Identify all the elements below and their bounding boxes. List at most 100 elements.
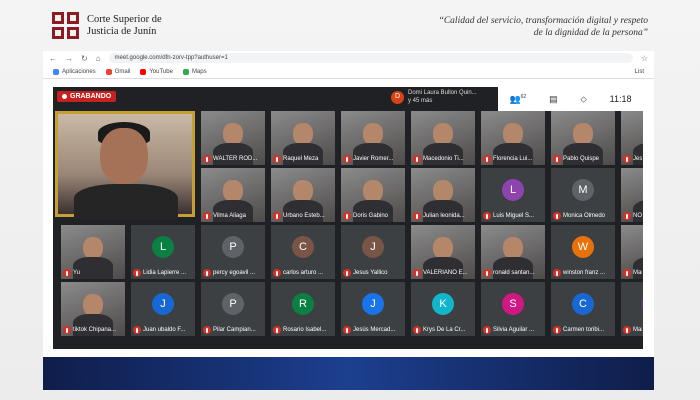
participant-tile[interactable]: J Juan ubaldo F... <box>131 282 195 336</box>
participant-name: winston franz ... <box>563 270 606 276</box>
join-notification: D Domi Laura Bullon Quin... y 45 más <box>391 89 477 105</box>
top-controls: 👥62 ▤ ⬦ 11:18 <box>498 87 643 111</box>
back-icon[interactable]: ← <box>49 54 57 63</box>
mic-off-icon <box>343 269 351 277</box>
participant-name: ronald santan... <box>493 270 535 276</box>
footer-band <box>43 357 654 390</box>
reload-icon[interactable]: ↻ <box>81 54 88 63</box>
browser-window: ← → ↻ ⌂ meet.google.com/dfn-zorv-tpp?aut… <box>43 51 654 357</box>
participant-tile[interactable]: Florencia Lui... <box>481 111 545 165</box>
mic-off-icon <box>203 269 211 277</box>
speaker-face <box>100 128 148 184</box>
participant-name: Urbano Esteb... <box>283 213 325 219</box>
mic-off-icon <box>63 326 71 334</box>
participant-tile[interactable]: WALTER ROD... <box>201 111 265 165</box>
participant-tile[interactable]: M Monica Olmedo <box>551 168 615 222</box>
participant-label: Mari <box>623 326 642 334</box>
participant-name: Monica Olmedo <box>563 213 606 219</box>
active-speaker-tile[interactable] <box>55 111 195 220</box>
participant-video <box>503 237 523 259</box>
participant-tile[interactable]: Yu <box>61 225 125 279</box>
participant-tile[interactable]: R Rosario Isabel... <box>271 282 335 336</box>
participant-label: Julian leonida... <box>413 212 474 220</box>
participant-tile[interactable]: S Silvia Aguilar ... <box>481 282 545 336</box>
participant-tile[interactable]: NOR <box>621 168 643 222</box>
participant-label: VALERIANO E... <box>413 269 474 277</box>
participant-name: tiktok Chipana... <box>73 327 117 333</box>
bookmark-maps[interactable]: Maps <box>182 68 207 75</box>
mic-off-icon <box>133 269 141 277</box>
activities-icon[interactable]: ⬦ <box>580 94 586 105</box>
home-icon[interactable]: ⌂ <box>96 54 101 63</box>
mic-off-icon <box>203 212 211 220</box>
mic-off-icon <box>553 326 561 334</box>
participant-label: Carmen toribi... <box>553 326 614 334</box>
participant-name: Javier Romer... <box>353 156 394 162</box>
participant-name: Mari <box>633 270 642 276</box>
bookmark-youtube[interactable]: YouTube <box>140 68 173 75</box>
reading-list[interactable]: List <box>635 69 644 75</box>
participant-label: NOR <box>623 212 642 220</box>
url-field[interactable]: meet.google.com/dfn-zorv-tpp?authuser=1 <box>108 53 633 63</box>
star-icon[interactable]: ☆ <box>641 54 648 63</box>
participant-tile[interactable]: P Pilar Campian... <box>201 282 265 336</box>
forward-icon[interactable]: → <box>65 54 73 63</box>
bookmark-apps[interactable]: Aplicaciones <box>53 68 96 75</box>
participant-tile[interactable]: Macedonio Ti... <box>411 111 475 165</box>
participant-tile[interactable]: J Jesus Yallico <box>341 225 405 279</box>
participant-label: Urbano Esteb... <box>273 212 334 220</box>
participant-name: WALTER ROD... <box>213 156 258 162</box>
participant-label: Vilma Aliaga <box>203 212 264 220</box>
mic-off-icon <box>203 326 211 334</box>
participant-tile[interactable]: Julian leonida... <box>411 168 475 222</box>
participant-name: NOR <box>633 213 642 219</box>
participant-tile[interactable]: VALERIANO E... <box>411 225 475 279</box>
participant-label: Lidia Lapierre ... <box>133 269 194 277</box>
participant-name: Lidia Lapierre ... <box>143 270 187 276</box>
participant-label: Macedonio Ti... <box>413 155 474 163</box>
participant-tile[interactable]: Pablo Quispe <box>551 111 615 165</box>
participant-tile[interactable]: Vilma Aliaga <box>201 168 265 222</box>
participant-label: Monica Olmedo <box>553 212 614 220</box>
participant-label: Silvia Aguilar ... <box>483 326 544 334</box>
recording-badge: GRABANDO <box>57 91 117 102</box>
participant-tile[interactable]: J Jesús Mercad... <box>341 282 405 336</box>
participant-tile[interactable]: C Carmen toribi... <box>551 282 615 336</box>
participants-button[interactable]: 👥62 <box>509 94 526 105</box>
participant-tile[interactable]: tiktok Chipana... <box>61 282 125 336</box>
chat-icon[interactable]: ▤ <box>549 94 558 105</box>
mic-off-icon <box>203 155 211 163</box>
participant-tile[interactable]: L Luis Miguel S... <box>481 168 545 222</box>
mic-off-icon <box>623 269 631 277</box>
participant-label: Juan ubaldo F... <box>133 326 194 334</box>
participant-tile[interactable]: Urbano Esteb... <box>271 168 335 222</box>
participant-tile[interactable]: Doris Gabino <box>341 168 405 222</box>
participant-video <box>83 294 103 316</box>
participant-tile[interactable]: K Krys De La Cr... <box>411 282 475 336</box>
participant-avatar: R <box>292 293 314 315</box>
participant-tile[interactable]: M Mari <box>621 282 643 336</box>
participant-tile[interactable]: Mari <box>621 225 643 279</box>
participant-label: tiktok Chipana... <box>63 326 124 334</box>
participant-tile[interactable]: Raquel Meza <box>271 111 335 165</box>
mic-off-icon <box>413 212 421 220</box>
participant-tile[interactable]: L Lidia Lapierre ... <box>131 225 195 279</box>
participant-label: Luis Miguel S... <box>483 212 544 220</box>
bookmark-gmail[interactable]: Gmail <box>105 68 130 75</box>
participant-avatar: L <box>502 179 524 201</box>
participant-name: Carmen toribi... <box>563 327 605 333</box>
participant-tile[interactable]: Ppercy egoavil ... <box>201 225 265 279</box>
mic-off-icon <box>553 269 561 277</box>
participant-avatar: J <box>152 293 174 315</box>
mic-off-icon <box>483 326 491 334</box>
participant-video <box>293 123 313 145</box>
mic-off-icon <box>623 326 631 334</box>
participant-avatar: K <box>432 293 454 315</box>
logo-line1: Corte Superior de <box>87 14 162 25</box>
participant-tile[interactable]: Ccarlos arturo ... <box>271 225 335 279</box>
participant-tile[interactable]: Javier Romer... <box>341 111 405 165</box>
participant-tile[interactable]: Wwinston franz ... <box>551 225 615 279</box>
participant-tile[interactable]: ronald santan... <box>481 225 545 279</box>
participant-label: Rosario Isabel... <box>273 326 334 334</box>
participant-tile[interactable]: Jesú <box>621 111 643 165</box>
